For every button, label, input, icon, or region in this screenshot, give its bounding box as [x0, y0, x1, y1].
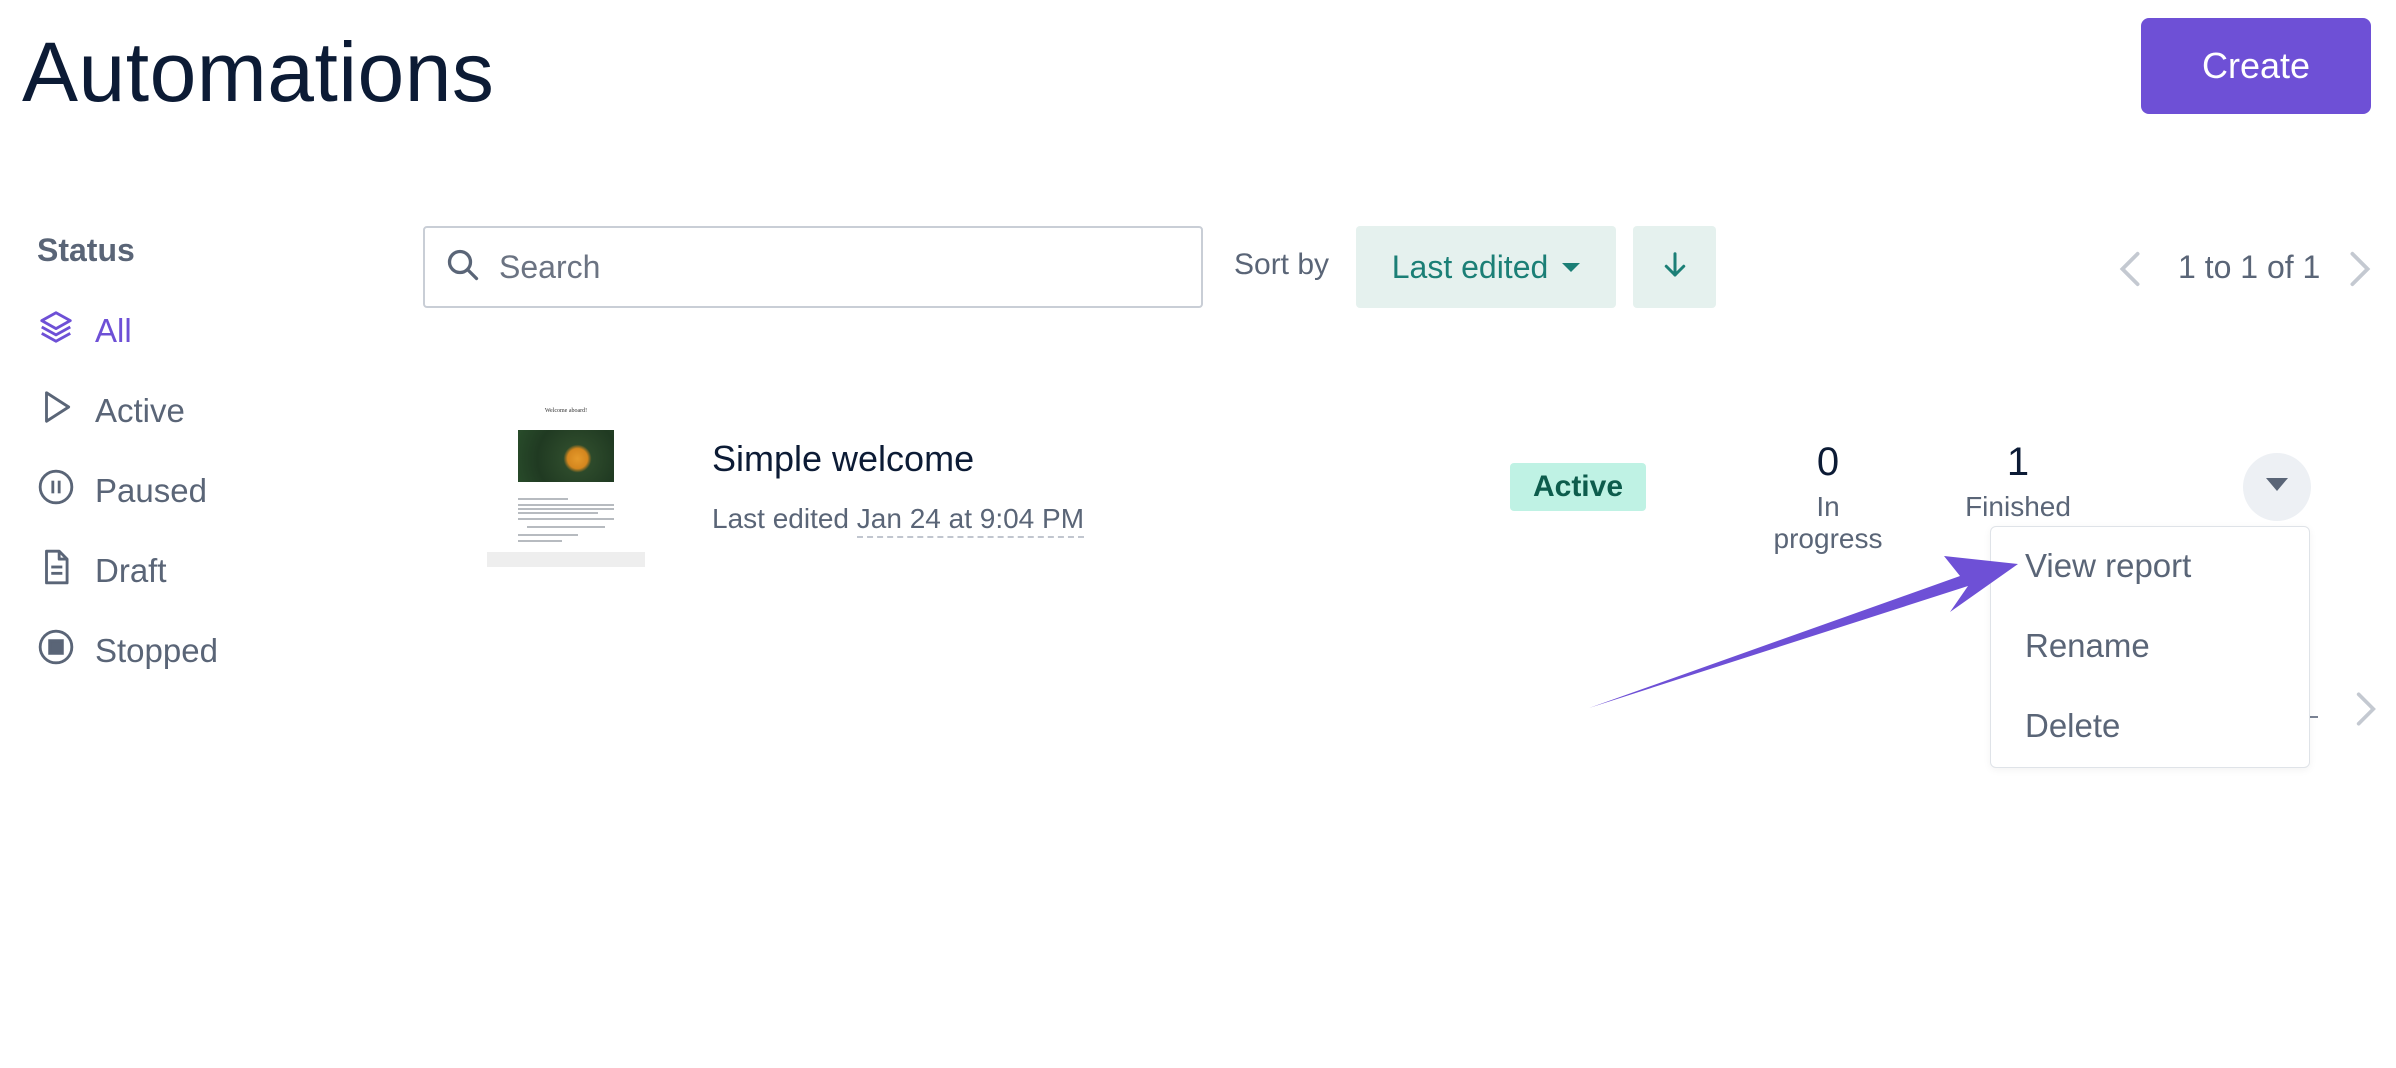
in-progress-count: 0	[1816, 440, 1840, 484]
caret-down-icon	[1562, 262, 1581, 272]
chevron-left-icon	[2118, 251, 2142, 292]
finished-count: 1	[2006, 440, 2030, 484]
caret-down-icon	[2266, 477, 2288, 497]
search-input[interactable]	[499, 248, 1179, 286]
sidebar-item-label: Stopped	[95, 632, 218, 669]
sidebar-item-label: Active	[95, 392, 185, 429]
sidebar-item-draft[interactable]: Draft	[37, 547, 167, 595]
automation-name[interactable]: Simple welcome	[712, 438, 974, 480]
menu-item-view-report[interactable]: View report	[2025, 547, 2191, 585]
sidebar-item-paused[interactable]: Paused	[37, 467, 207, 515]
sidebar-item-label: All	[95, 312, 132, 349]
last-edited-date: Jan 24 at 9:04 PM	[856, 503, 1085, 538]
page-title: Automations	[22, 25, 495, 119]
stop-circle-icon	[37, 628, 75, 674]
in-progress-label: In progress	[1773, 491, 1883, 554]
search-field[interactable]	[423, 226, 1203, 308]
finished-label: Finished	[1965, 491, 2071, 522]
document-icon	[37, 548, 75, 594]
status-filter-heading: Status	[37, 232, 135, 268]
row-next-chevron[interactable]	[2355, 690, 2377, 733]
status-badge: Active	[1510, 463, 1646, 511]
thumbnail-image	[518, 430, 614, 482]
sidebar-item-label: Draft	[95, 552, 167, 589]
search-icon	[445, 247, 481, 288]
previous-page-button[interactable]	[2118, 250, 2142, 293]
menu-item-delete[interactable]: Delete	[2025, 707, 2120, 745]
sidebar-item-all[interactable]: All	[37, 307, 132, 355]
menu-item-rename[interactable]: Rename	[2025, 627, 2150, 665]
row-actions-button[interactable]	[2243, 453, 2311, 521]
pagination-range: 1 to 1 of 1	[2178, 249, 2321, 285]
chevron-right-icon	[2355, 692, 2377, 732]
partial-divider	[2310, 716, 2318, 718]
sort-label: Sort by	[1234, 248, 1330, 281]
row-actions-menu: View report Rename Delete	[1990, 526, 2310, 768]
last-edited-prefix: Last edited	[712, 503, 857, 534]
sidebar-item-label: Paused	[95, 472, 207, 509]
sort-select[interactable]: Last edited	[1356, 226, 1616, 308]
email-thumbnail[interactable]: Welcome aboard!	[487, 404, 645, 567]
sidebar-item-active[interactable]: Active	[37, 387, 185, 435]
next-page-button[interactable]	[2348, 250, 2372, 293]
finished-stat: 1 Finished	[1960, 440, 2076, 523]
thumbnail-title: Welcome aboard!	[544, 408, 588, 414]
layers-icon	[37, 308, 75, 354]
chevron-right-icon	[2348, 251, 2372, 292]
arrow-down-icon	[1660, 248, 1690, 287]
last-edited: Last edited Jan 24 at 9:04 PM	[712, 503, 1085, 538]
thumbnail-footer	[487, 552, 645, 567]
play-icon	[37, 388, 75, 434]
sort-direction-button[interactable]	[1633, 226, 1716, 308]
create-button[interactable]: Create	[2141, 18, 2371, 114]
pause-circle-icon	[37, 468, 75, 514]
in-progress-stat: 0 In progress	[1760, 440, 1896, 555]
sort-select-value: Last edited	[1391, 248, 1549, 285]
sidebar-item-stopped[interactable]: Stopped	[37, 627, 218, 675]
